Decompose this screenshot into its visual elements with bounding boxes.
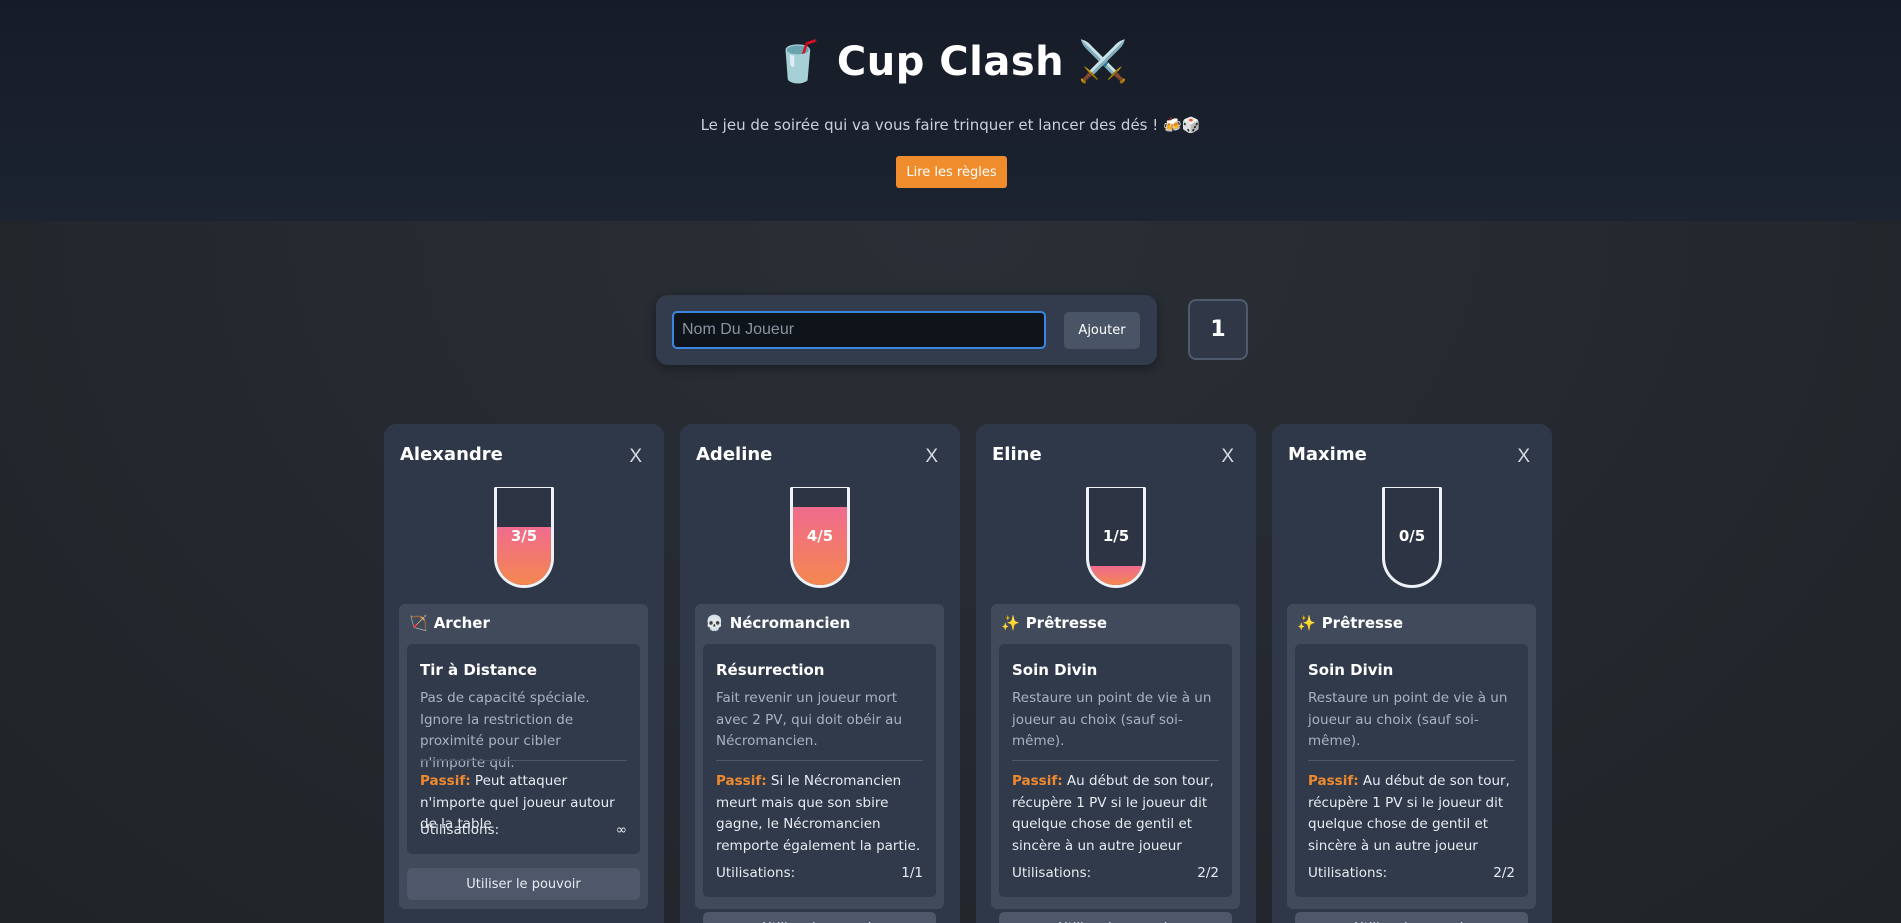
health-label: 1/5 xyxy=(1102,527,1130,545)
divider xyxy=(716,760,923,761)
page-title: Cup Clash xyxy=(836,39,1065,85)
class-panel: 🏹 Archer Tir à Distance Pas de capacité … xyxy=(399,604,648,909)
use-power-button[interactable]: Utiliser le pouvoir xyxy=(407,868,640,900)
cup-icon: 🥤 xyxy=(773,39,823,85)
uses-value: ∞ xyxy=(615,822,627,838)
player-card: Adeline X 4/5 💀 Nécromancien Résurrectio… xyxy=(680,424,960,923)
class-name: Prêtresse xyxy=(1025,614,1108,632)
health-label: 4/5 xyxy=(806,527,834,545)
uses-value: 2/2 xyxy=(1197,865,1219,881)
class-header: ✨ Prêtresse xyxy=(1001,614,1107,632)
power-description: Restaure un point de vie à un joueur au … xyxy=(1308,690,1508,749)
skull-icon: 💀 xyxy=(705,614,724,632)
passive-label: Passif: xyxy=(1308,773,1359,789)
power-description: Pas de capacité spéciale. Ignore la rest… xyxy=(420,690,590,771)
bow-icon: 🏹 xyxy=(409,614,428,632)
player-card: Eline X 1/5 ✨ Prêtresse Soin Divin Resta… xyxy=(976,424,1256,923)
power-details: Tir à Distance Pas de capacité spéciale.… xyxy=(407,644,640,854)
player-name-input[interactable] xyxy=(672,311,1046,349)
player-card: Alexandre X 3/5 🏹 Archer Tir à Distance … xyxy=(384,424,664,923)
power-title: Soin Divin xyxy=(1308,661,1394,679)
player-name: Maxime xyxy=(1288,444,1367,465)
class-header: 🏹 Archer xyxy=(409,614,490,632)
app-header: 🥤 Cup Clash ⚔️ Le jeu de soirée qui va v… xyxy=(0,0,1901,221)
power-description: Fait revenir un joueur mort avec 2 PV, q… xyxy=(716,690,903,749)
health-cup: 4/5 xyxy=(790,488,850,588)
power-details: Résurrection Fait revenir un joueur mort… xyxy=(703,644,936,897)
uses-label: Utilisations: xyxy=(716,865,796,881)
add-player-panel: Ajouter xyxy=(656,295,1157,365)
remove-player-button[interactable]: X xyxy=(1517,446,1530,468)
player-name: Eline xyxy=(992,444,1042,465)
page-subtitle: Le jeu de soirée qui va vous faire trinq… xyxy=(700,116,1201,134)
turn-counter: 1 xyxy=(1188,299,1248,360)
health-label: 3/5 xyxy=(510,527,538,545)
class-header: ✨ Prêtresse xyxy=(1297,614,1403,632)
power-details: Soin Divin Restaure un point de vie à un… xyxy=(1295,644,1528,897)
class-panel: ✨ Prêtresse Soin Divin Restaure un point… xyxy=(1287,604,1536,923)
uses-value: 2/2 xyxy=(1493,865,1515,881)
passive-ability: Passif: Au début de son tour, récupère 1… xyxy=(1308,771,1520,857)
player-name: Alexandre xyxy=(400,444,503,465)
passive-ability: Passif: Si le Nécromancien meurt mais qu… xyxy=(716,771,928,857)
health-label: 0/5 xyxy=(1398,527,1426,545)
passive-label: Passif: xyxy=(716,773,767,789)
uses-label: Utilisations: xyxy=(1308,865,1388,881)
use-power-button[interactable]: Utiliser le pouvoir xyxy=(703,912,936,923)
add-player-button[interactable]: Ajouter xyxy=(1064,312,1140,349)
use-power-button[interactable]: Utiliser le pouvoir xyxy=(999,912,1232,923)
class-name: Prêtresse xyxy=(1321,614,1404,632)
uses-label: Utilisations: xyxy=(420,822,500,838)
class-panel: ✨ Prêtresse Soin Divin Restaure un point… xyxy=(991,604,1240,923)
power-title: Soin Divin xyxy=(1012,661,1098,679)
sparkles-icon: ✨ xyxy=(1297,614,1316,632)
crossed-swords-icon: ⚔️ xyxy=(1078,39,1128,85)
class-header: 💀 Nécromancien xyxy=(705,614,850,632)
health-cup: 1/5 xyxy=(1086,488,1146,588)
player-card: Maxime X 0/5 ✨ Prêtresse Soin Divin Rest… xyxy=(1272,424,1552,923)
remove-player-button[interactable]: X xyxy=(925,446,938,468)
health-cup: 0/5 xyxy=(1382,488,1442,588)
sparkles-icon: ✨ xyxy=(1001,614,1020,632)
remove-player-button[interactable]: X xyxy=(1221,446,1234,468)
passive-label: Passif: xyxy=(420,773,471,789)
health-cup: 3/5 xyxy=(494,488,554,588)
use-power-button[interactable]: Utiliser le pouvoir xyxy=(1295,912,1528,923)
divider xyxy=(1308,760,1515,761)
divider xyxy=(1012,760,1219,761)
health-liquid xyxy=(793,507,847,585)
power-title: Tir à Distance xyxy=(420,661,537,679)
divider xyxy=(420,760,627,761)
power-description: Restaure un point de vie à un joueur au … xyxy=(1012,690,1212,749)
class-name: Archer xyxy=(433,614,490,632)
uses-label: Utilisations: xyxy=(1012,865,1092,881)
class-name: Nécromancien xyxy=(729,614,851,632)
passive-label: Passif: xyxy=(1012,773,1063,789)
class-panel: 💀 Nécromancien Résurrection Fait revenir… xyxy=(695,604,944,923)
remove-player-button[interactable]: X xyxy=(629,446,642,468)
uses-value: 1/1 xyxy=(901,865,923,881)
power-title: Résurrection xyxy=(716,661,825,679)
read-rules-button[interactable]: Lire les règles xyxy=(896,156,1007,188)
player-name: Adeline xyxy=(696,444,773,465)
health-liquid xyxy=(1089,565,1143,585)
title-row: 🥤 Cup Clash ⚔️ xyxy=(0,34,1901,90)
passive-ability: Passif: Au début de son tour, récupère 1… xyxy=(1012,771,1224,857)
power-details: Soin Divin Restaure un point de vie à un… xyxy=(999,644,1232,897)
